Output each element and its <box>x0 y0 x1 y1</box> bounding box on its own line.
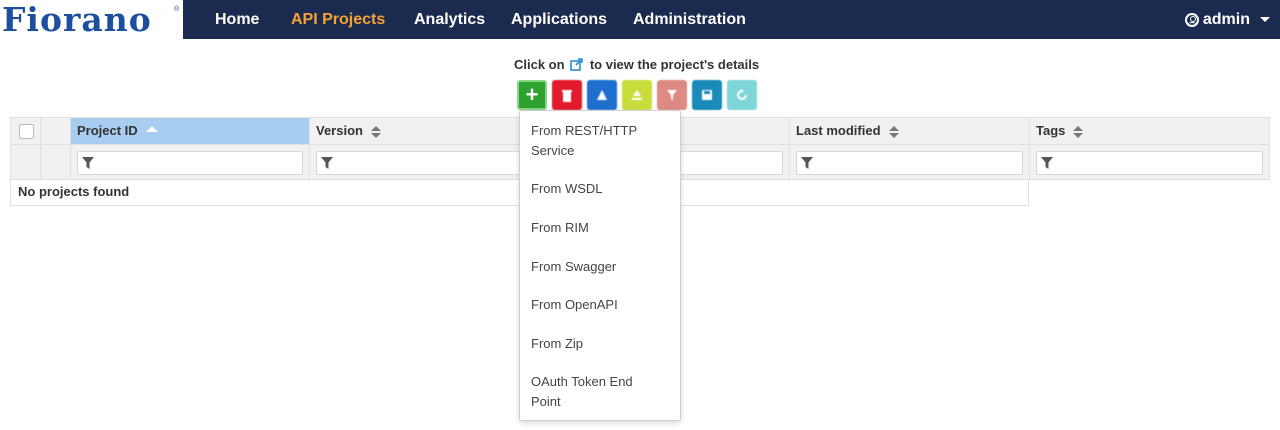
menu-item-from-openapi[interactable]: From OpenAPI <box>531 295 661 315</box>
hierarchy-icon <box>632 90 642 100</box>
menu-item-oauth-token-endpoint[interactable]: OAuth Token End Point <box>531 372 661 412</box>
funnel-icon <box>82 157 94 169</box>
deploy-icon <box>597 90 607 100</box>
sort-icon <box>370 125 381 138</box>
deploy-multiple-button[interactable] <box>622 80 652 110</box>
column-header-label: Tags <box>1036 123 1066 138</box>
menu-item-from-rest-http[interactable]: From REST/HTTP Service <box>531 121 661 161</box>
select-all-checkbox[interactable] <box>19 124 34 139</box>
column-header-last-modified[interactable]: Last modified <box>790 118 1030 144</box>
user-menu[interactable]: admin <box>1184 0 1270 39</box>
funnel-icon <box>321 157 333 169</box>
filter-spacer-cell <box>11 145 41 179</box>
menu-item-from-wsdl[interactable]: From WSDL <box>531 179 661 199</box>
empty-message: No projects found <box>18 184 130 199</box>
filter-cell-tags <box>1030 145 1269 179</box>
nav-home[interactable]: Home <box>215 0 259 39</box>
sort-ascending-icon <box>145 126 158 132</box>
save-project-button[interactable] <box>692 80 722 110</box>
logo-text: Fiorano <box>2 0 152 39</box>
column-header-label: Version <box>316 123 363 138</box>
menu-item-from-rim[interactable]: From RIM <box>531 218 661 238</box>
deploy-project-button[interactable] <box>587 80 617 110</box>
select-all-cell <box>11 118 41 144</box>
brand-logo[interactable]: Fiorano ® <box>0 0 183 39</box>
external-link-icon <box>570 58 584 71</box>
hint-text-before: Click on <box>514 57 565 72</box>
sort-icon <box>1073 125 1084 138</box>
menu-item-from-swagger[interactable]: From Swagger <box>531 257 661 277</box>
filter-spacer-cell <box>41 145 71 179</box>
trash-icon <box>562 89 572 102</box>
filter-projects-button[interactable] <box>657 80 687 110</box>
hint-text-after: to view the project's details <box>589 57 760 72</box>
column-header-project-id[interactable]: Project ID <box>71 118 310 144</box>
top-navbar: Fiorano ® Home API Projects Analytics Ap… <box>0 0 1280 39</box>
refresh-button[interactable] <box>727 80 757 110</box>
add-project-dropdown: From REST/HTTP Service From WSDL From RI… <box>519 110 681 421</box>
funnel-icon <box>1041 157 1053 169</box>
filter-cell-last-modified <box>790 145 1030 179</box>
menu-item-from-zip[interactable]: From Zip <box>531 334 661 354</box>
column-header-label-wrap: Last modified <box>796 118 899 144</box>
nav-administration[interactable]: Administration <box>633 0 746 39</box>
column-header-label-wrap: Project ID <box>77 118 158 144</box>
spacer-header-cell <box>41 118 71 144</box>
last-modified-filter-input[interactable] <box>796 151 1023 175</box>
details-hint: Click on to view the project's details <box>514 57 759 72</box>
user-circle-icon <box>1184 12 1199 27</box>
user-name: admin <box>1202 10 1250 28</box>
nav-api-projects[interactable]: API Projects <box>291 0 385 39</box>
registered-mark: ® <box>174 6 180 13</box>
nav-applications[interactable]: Applications <box>511 0 607 39</box>
project-id-filter-input[interactable] <box>77 151 303 175</box>
delete-project-button[interactable] <box>552 80 582 110</box>
column-header-tags[interactable]: Tags <box>1030 118 1269 144</box>
tags-filter-input[interactable] <box>1036 151 1263 175</box>
funnel-icon <box>801 157 813 169</box>
column-header-label-wrap: Tags <box>1036 118 1084 144</box>
save-icon <box>702 90 712 100</box>
plus-icon: + <box>525 82 539 107</box>
funnel-icon <box>667 90 677 100</box>
sort-icon <box>888 125 899 138</box>
column-header-label: Last modified <box>796 123 881 138</box>
chevron-down-icon <box>1260 17 1270 22</box>
column-header-label: Project ID <box>77 123 138 138</box>
refresh-icon <box>737 89 747 100</box>
add-project-button[interactable]: + <box>517 80 547 110</box>
column-header-label-wrap: Version <box>316 118 381 144</box>
filter-cell-project-id <box>71 145 310 179</box>
nav-analytics[interactable]: Analytics <box>414 0 485 39</box>
project-toolbar: + <box>517 80 757 110</box>
